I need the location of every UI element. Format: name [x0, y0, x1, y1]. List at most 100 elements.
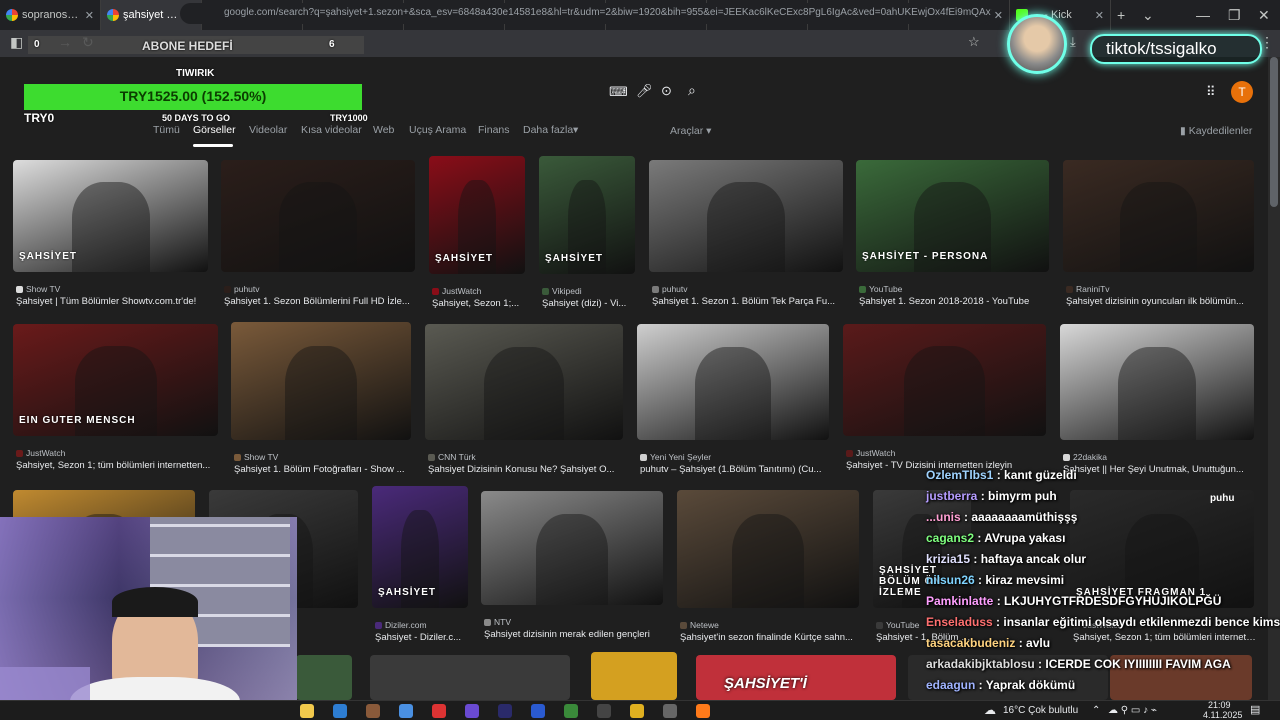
result-thumbnail[interactable]: [425, 324, 623, 440]
result-thumbnail[interactable]: EIN GUTER MENSCH: [13, 324, 218, 436]
result-thumbnail[interactable]: [1063, 160, 1254, 272]
result-source[interactable]: NTV: [484, 617, 511, 627]
taskbar-app-icon[interactable]: [366, 704, 380, 718]
taskbar-app-icon[interactable]: [696, 704, 710, 718]
result-thumbnail[interactable]: [843, 324, 1046, 436]
close-tab-icon[interactable]: ✕: [85, 9, 94, 22]
url-input[interactable]: google.com/search?q=şahsiyet+1.sezon+&sc…: [180, 3, 992, 24]
result-source[interactable]: CNN Türk: [428, 452, 476, 462]
chat-message: justberra : bimyrm puh: [926, 489, 1057, 503]
result-source[interactable]: JustWatch: [846, 448, 895, 458]
result-thumbnail[interactable]: [221, 160, 415, 272]
result-thumbnail[interactable]: [370, 655, 570, 700]
search-tab[interactable]: Uçuş Arama: [409, 124, 466, 136]
result-caption[interactable]: Şahsiyet, Sezon 1; tüm bölümleri interne…: [16, 460, 221, 471]
tab-search-icon[interactable]: ⌄: [1142, 7, 1154, 24]
result-thumbnail[interactable]: [481, 491, 663, 605]
clock-date[interactable]: 4.11.2025: [1203, 710, 1242, 720]
taskbar-app-icon[interactable]: [630, 704, 644, 718]
search-tab[interactable]: Daha fazla: [523, 124, 573, 136]
result-source[interactable]: Show TV: [16, 284, 60, 294]
taskbar-app-icon[interactable]: [597, 704, 611, 718]
search-tab[interactable]: Web: [373, 124, 394, 136]
result-source[interactable]: JustWatch: [432, 286, 481, 296]
result-thumbnail[interactable]: [677, 490, 859, 608]
result-thumbnail[interactable]: [1060, 324, 1254, 440]
taskbar-app-icon[interactable]: [300, 704, 314, 718]
account-avatar[interactable]: T: [1231, 81, 1253, 103]
result-source[interactable]: JustWatch: [16, 448, 65, 458]
menu-icon[interactable]: ⋮: [1260, 34, 1274, 51]
result-thumbnail[interactable]: ŞAHSİYET: [13, 160, 208, 272]
result-thumbnail[interactable]: ŞAHSİYET: [372, 486, 468, 608]
search-icon[interactable]: ⌕: [688, 82, 696, 99]
keyboard-icon[interactable]: ⌨: [609, 84, 628, 100]
result-caption[interactable]: Şahsiyet - Diziler.c...: [375, 632, 471, 643]
result-source[interactable]: Yeni Yeni Şeyler: [640, 452, 711, 462]
sidebar-toggle-icon[interactable]: ◧: [10, 34, 23, 51]
close-tab-icon[interactable]: ✕: [994, 9, 1003, 22]
result-source[interactable]: puhutv: [224, 284, 260, 294]
microphone-icon[interactable]: 🎤︎: [636, 83, 653, 99]
result-source[interactable]: RaniniTv: [1066, 284, 1110, 294]
result-caption[interactable]: Şahsiyet Dizisinin Konusu Ne? Şahsiyet O…: [428, 464, 626, 475]
taskbar-app-icon[interactable]: [531, 704, 545, 718]
close-tab-icon[interactable]: ✕: [1095, 9, 1104, 22]
result-caption[interactable]: Şahsiyet 1. Sezon 1. Bölüm Tek Parça Fu.…: [652, 296, 846, 307]
new-tab-icon[interactable]: +: [1117, 7, 1125, 23]
apps-grid-icon[interactable]: ⠿: [1206, 84, 1216, 100]
result-source[interactable]: Show TV: [234, 452, 278, 462]
chat-username: nilsun26: [926, 573, 975, 587]
download-icon[interactable]: ⤓: [1070, 34, 1076, 50]
result-caption[interactable]: Şahsiyet (dizi) - Vi...: [542, 298, 638, 309]
browser-tab[interactable]: sopranos - Google ✕: [0, 0, 101, 30]
result-thumbnail[interactable]: ŞAHSİYET: [429, 156, 525, 274]
taskbar-app-icon[interactable]: [465, 704, 479, 718]
taskbar-app-icon[interactable]: [564, 704, 578, 718]
clock-time[interactable]: 21:09: [1208, 700, 1231, 710]
webcam-feed: [0, 517, 297, 720]
result-source[interactable]: Vikipedi: [542, 286, 582, 296]
result-caption[interactable]: Şahsiyet dizisinin merak edilen gençleri: [484, 629, 666, 640]
result-thumbnail[interactable]: [231, 322, 411, 440]
result-thumbnail[interactable]: [591, 652, 677, 700]
weather-text[interactable]: 16°C Çok bulutlu: [1003, 705, 1078, 716]
result-caption[interactable]: Şahsiyet 1. Bölüm Fotoğrafları - Show ..…: [234, 464, 414, 475]
taskbar-app-icon[interactable]: [333, 704, 347, 718]
result-caption[interactable]: Şahsiyet 1. Sezon Bölümlerini Full HD İz…: [224, 296, 418, 307]
result-source[interactable]: Netewe: [680, 620, 719, 630]
result-source[interactable]: YouTube: [859, 284, 902, 294]
result-source[interactable]: puhutv: [652, 284, 688, 294]
taskbar-app-icon[interactable]: [663, 704, 677, 718]
result-source[interactable]: YouTube: [876, 620, 919, 630]
tray-icons[interactable]: ☁ ⚲ ▭ ♪ ⌁: [1108, 705, 1157, 716]
close-window-icon[interactable]: ✕: [1258, 7, 1270, 24]
result-thumbnail[interactable]: ŞAHSİYET - PERSONA: [856, 160, 1049, 272]
result-source[interactable]: Diziler.com: [375, 620, 427, 630]
search-tab[interactable]: Finans: [478, 124, 510, 136]
taskbar-app-icon[interactable]: [432, 704, 446, 718]
tray-chevron-icon[interactable]: ⌃: [1092, 705, 1100, 716]
lens-icon[interactable]: ⊙: [661, 83, 672, 99]
taskbar-app-icon[interactable]: [399, 704, 413, 718]
saved-button[interactable]: ▮ Kaydedilenler: [1180, 125, 1252, 137]
result-caption[interactable]: Şahsiyet | Tüm Bölümler Showtv.com.tr'de…: [16, 296, 211, 307]
result-thumbnail[interactable]: [637, 324, 829, 440]
result-caption[interactable]: Şahsiyet, Sezon 1;...: [432, 298, 528, 309]
notifications-icon[interactable]: ▤: [1250, 703, 1260, 716]
minimize-icon[interactable]: —: [1196, 7, 1210, 23]
bookmark-star-icon[interactable]: ☆: [968, 34, 980, 50]
result-caption[interactable]: Şahsiyet 1. Sezon 2018-2018 - YouTube: [859, 296, 1052, 307]
result-caption[interactable]: Şahsiyet'in sezon finalinde Kürtçe sahn.…: [680, 632, 862, 643]
result-thumbnail[interactable]: [649, 160, 843, 272]
taskbar-app-icon[interactable]: [498, 704, 512, 718]
tools-button[interactable]: Araçlar ▾: [670, 125, 711, 137]
more-chevron-icon: ▾: [573, 124, 579, 136]
result-thumbnail[interactable]: [296, 655, 352, 700]
result-caption[interactable]: Şahsiyet dizisinin oyuncuları ilk bölümü…: [1066, 296, 1257, 307]
result-caption[interactable]: puhutv – Şahsiyet (1.Bölüm Tanıtımı) (Cu…: [640, 464, 832, 475]
weather-icon[interactable]: ☁: [984, 703, 996, 717]
result-source[interactable]: 22dakika: [1063, 452, 1107, 462]
restore-icon[interactable]: ❐: [1228, 7, 1241, 24]
result-thumbnail[interactable]: ŞAHSİYET: [539, 156, 635, 274]
